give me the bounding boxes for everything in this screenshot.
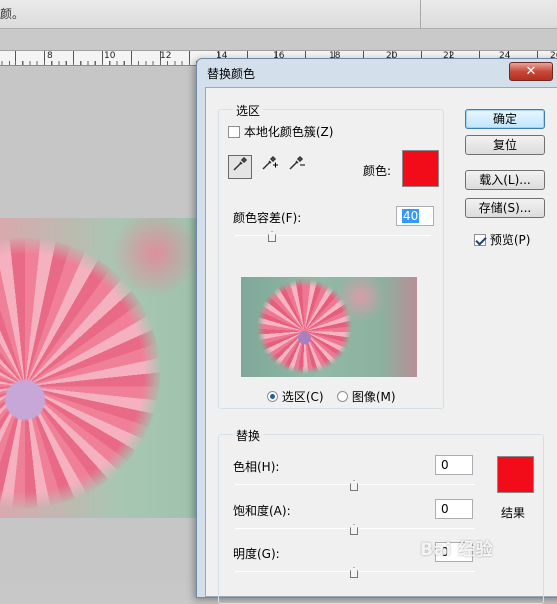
replace-group: 替换 色相(H): 0 饱和度(A): 0 明度(G): 0 结果 [218,427,544,604]
view-selection-label: 选区(C) [281,390,324,404]
selection-color-swatch[interactable] [402,150,439,187]
replace-color-dialog: 替换颜色 ✕ 选区 本地化颜色簇(Z) 颜色: 颜色容差(F): 40 选区(C… [196,58,557,604]
hue-input[interactable]: 0 [435,455,473,475]
reset-button[interactable]: 复位 [465,135,545,155]
radio-dot[interactable] [267,391,278,402]
saturation-value: 0 [441,502,449,516]
view-selection-radio[interactable]: 选区(C) [267,388,324,405]
options-bar-text: 颜。 [0,7,25,21]
document-image[interactable] [0,218,200,518]
ruler-number: 10 [104,51,116,61]
preview-checkbox[interactable]: 预览(P) [474,231,530,248]
ok-button[interactable]: 确定 [465,109,545,129]
localized-clusters-checkbox[interactable]: 本地化颜色簇(Z) [228,123,333,140]
result-label: 结果 [501,506,526,520]
options-bar-divider [420,0,421,28]
eyedropper-plus-tool[interactable] [258,155,282,179]
selection-group: 选区 本地化颜色簇(Z) 颜色: 颜色容差(F): 40 选区(C) 图像(M) [218,102,444,409]
hue-value: 0 [441,458,449,472]
view-image-label: 图像(M) [351,390,396,404]
dialog-title: 替换颜色 [207,67,256,81]
checkbox-box[interactable] [474,234,486,246]
eyedropper-toolset [228,155,318,181]
ruler-number: 8 [47,51,53,61]
replace-legend: 替换 [233,427,264,444]
preview-label: 预览(P) [489,233,531,247]
radio-dot[interactable] [337,391,348,402]
hue-label: 色相(H): [233,460,280,474]
dialog-titlebar[interactable]: 替换颜色 ✕ [197,59,557,86]
saturation-input[interactable]: 0 [435,499,473,519]
eyedropper-minus-icon [289,155,305,170]
checkbox-box[interactable] [228,126,240,138]
localized-clusters-label: 本地化颜色簇(Z) [243,125,334,139]
color-label: 颜色: [363,164,392,178]
fuzziness-slider-track[interactable] [235,235,431,236]
save-button[interactable]: 存储(S)... [465,198,545,218]
view-image-radio[interactable]: 图像(M) [337,388,396,405]
eyedropper-minus-tool[interactable] [285,155,309,179]
fuzziness-slider-thumb[interactable] [268,231,276,242]
baidu-watermark: Bai 经验 [420,540,494,560]
lightness-slider-thumb[interactable] [350,567,358,578]
saturation-slider-thumb[interactable] [350,524,358,535]
eyedropper-tool[interactable] [228,155,252,179]
close-icon: ✕ [525,64,537,79]
fuzziness-label: 颜色容差(F): [233,211,302,225]
preview-flower [257,279,352,374]
eyedropper-plus-icon [262,155,278,170]
selection-legend: 选区 [233,102,264,119]
close-button[interactable]: ✕ [509,62,553,81]
lightness-label: 明度(G): [233,547,280,561]
eyedropper-icon [233,156,248,171]
load-button[interactable]: 载入(L)... [465,170,545,190]
options-bar: 颜。 [0,0,557,29]
document-tab-strip [0,29,557,51]
saturation-label: 饱和度(A): [233,504,291,518]
selection-preview[interactable] [241,277,417,377]
ruler-number: 12 [160,51,172,61]
dialog-client-area: 选区 本地化颜色簇(Z) 颜色: 颜色容差(F): 40 选区(C) 图像(M)… [205,87,557,604]
result-color-swatch[interactable] [497,456,534,493]
hue-slider-thumb[interactable] [350,480,358,491]
fuzziness-input[interactable]: 40 [396,206,434,226]
fuzziness-value: 40 [402,209,420,223]
